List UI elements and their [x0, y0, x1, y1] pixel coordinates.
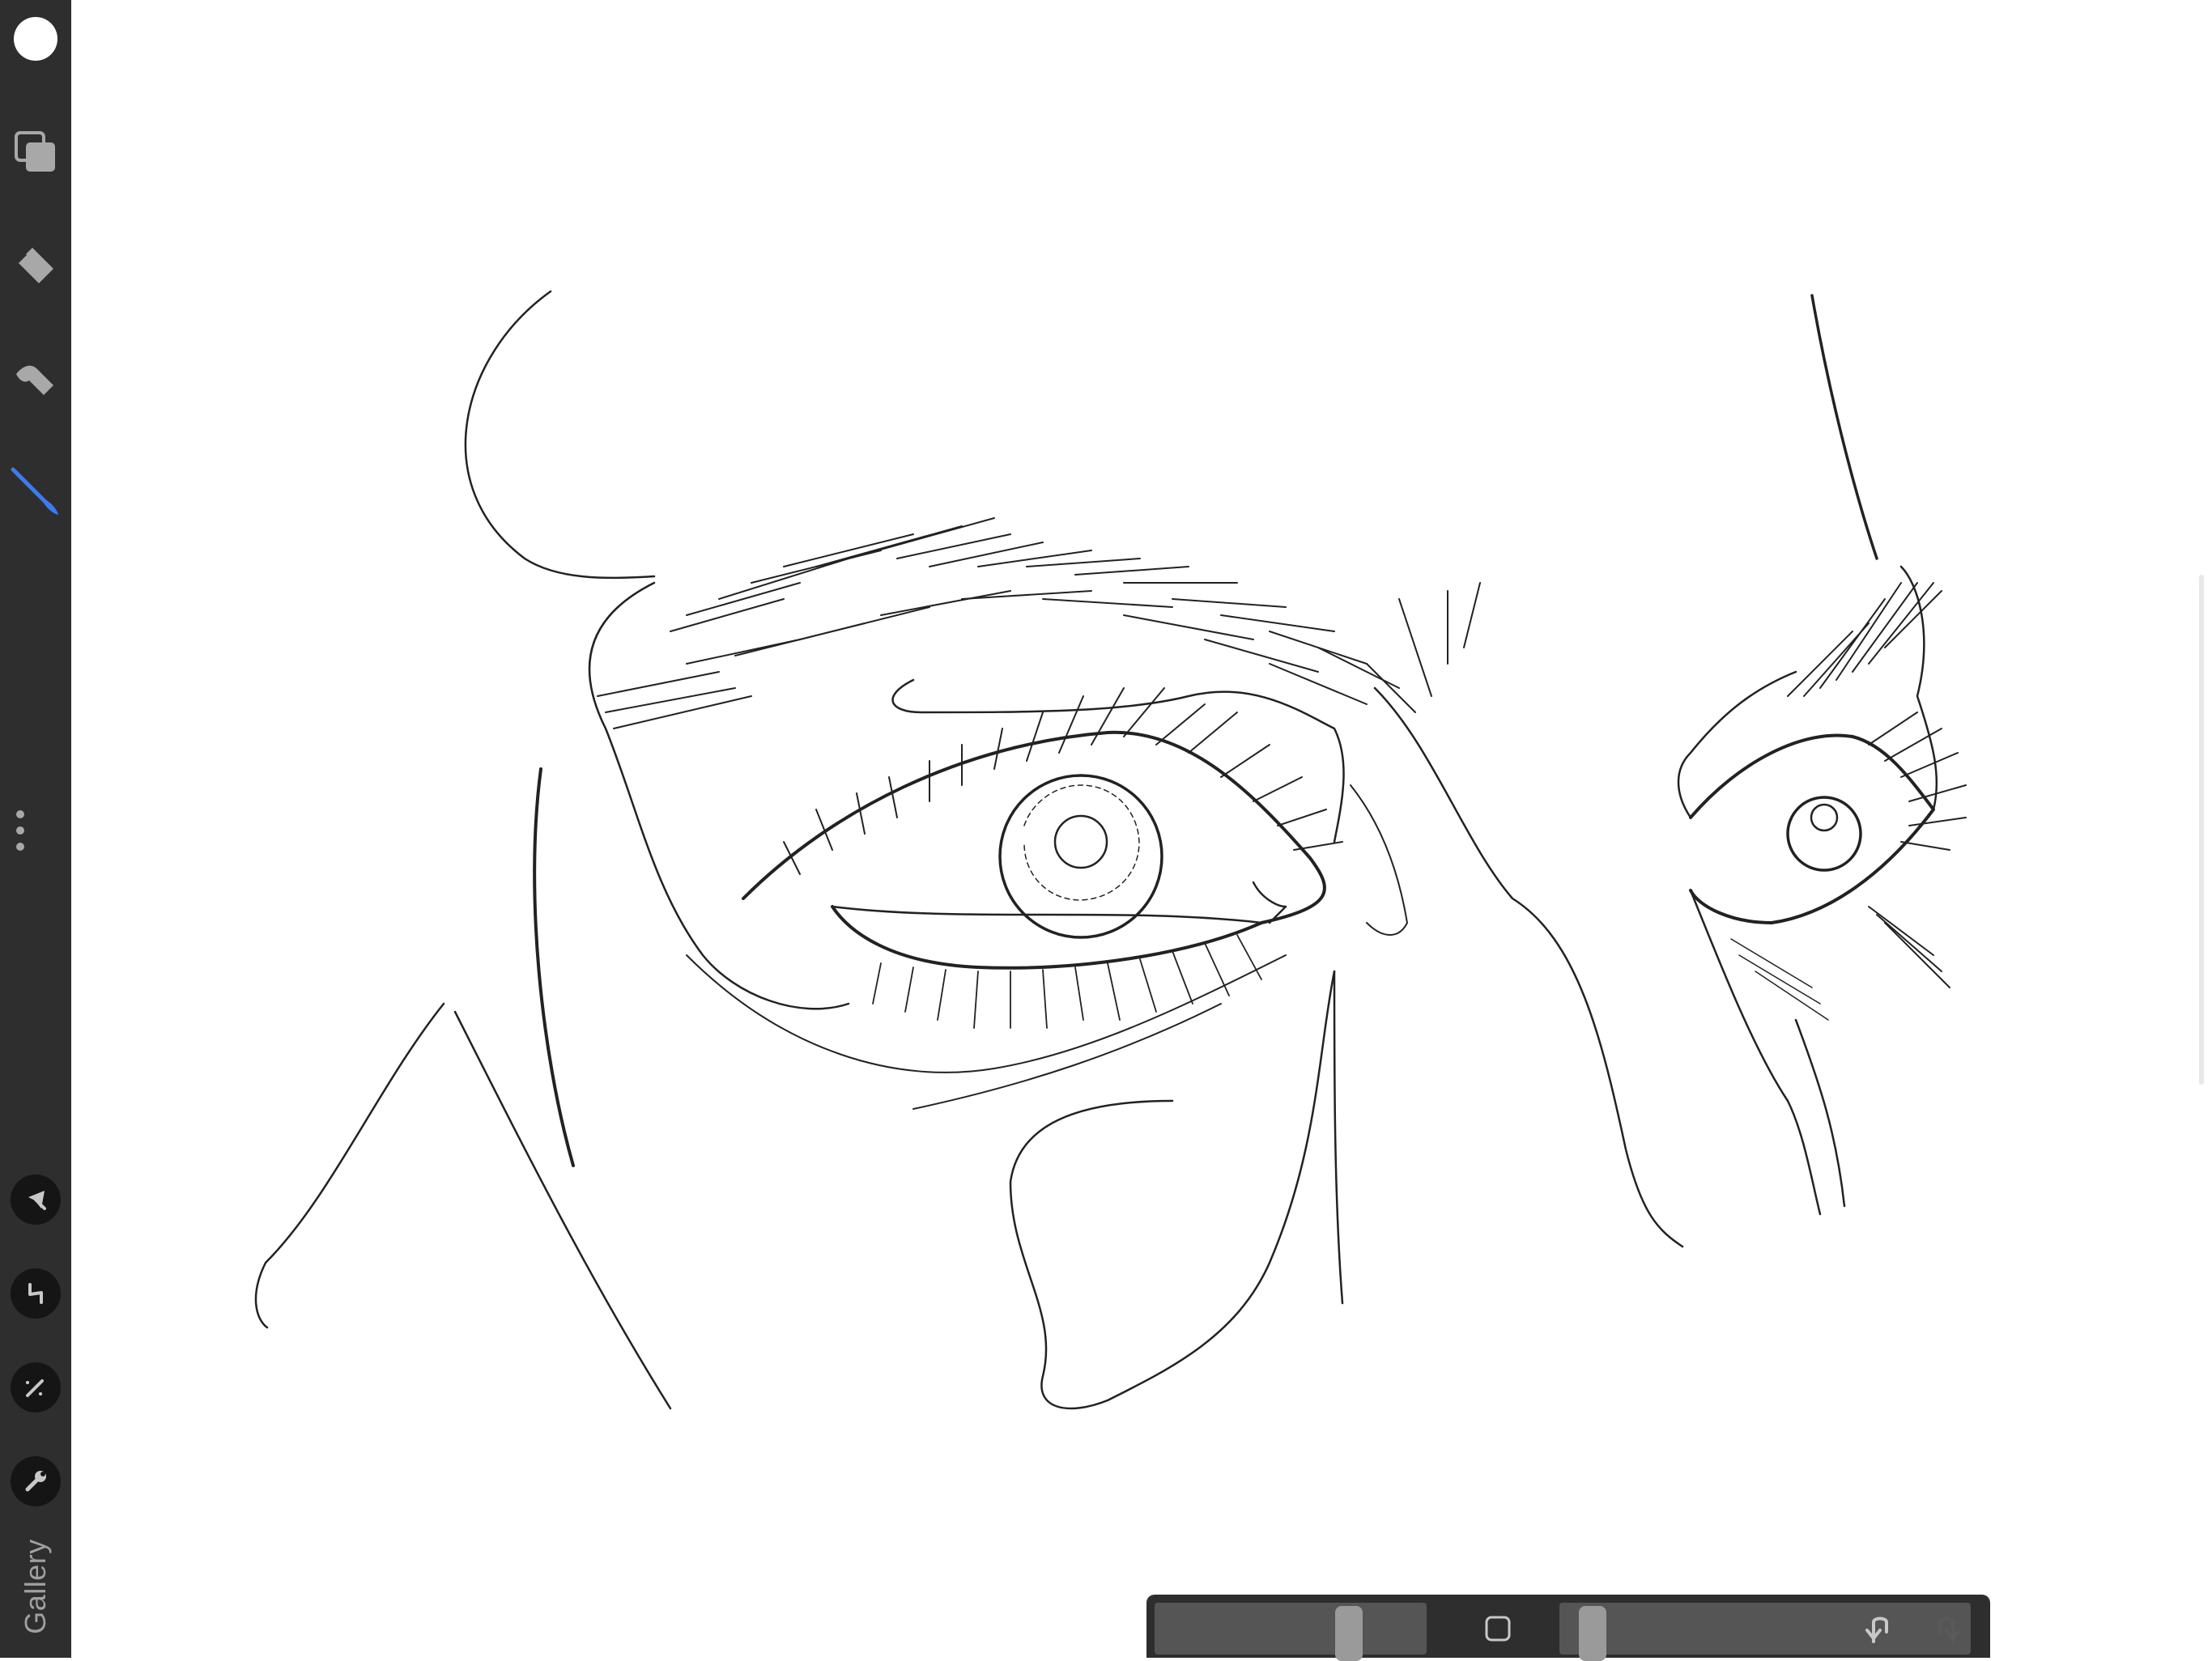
gallery-label: Gallery — [19, 1539, 52, 1634]
more-options-button[interactable] — [0, 795, 40, 866]
modify-button[interactable] — [1475, 1606, 1521, 1651]
vertical-dots-icon — [16, 810, 24, 851]
undo-arrow-icon — [1865, 1616, 1888, 1643]
square-icon — [1485, 1616, 1511, 1642]
arrow-cursor-icon — [28, 1191, 46, 1210]
canvas-scroll-indicator[interactable] — [2199, 575, 2204, 1085]
transform-tool-button[interactable] — [11, 1268, 61, 1319]
opacity-slider[interactable] — [1559, 1603, 1971, 1661]
layers-icon — [15, 131, 55, 172]
redo-button[interactable] — [1924, 1606, 1969, 1651]
color-picker-button[interactable] — [0, 3, 71, 74]
gallery-button[interactable]: Gallery — [18, 1538, 53, 1635]
actions-tool-button[interactable] — [11, 1456, 61, 1506]
brush-size-slider[interactable] — [1155, 1603, 1427, 1661]
magic-wand-icon — [26, 1379, 44, 1397]
white-circle-icon — [14, 17, 57, 61]
opacity-thumb[interactable] — [1579, 1606, 1606, 1661]
drawing-canvas[interactable] — [71, 0, 2212, 1658]
selection-tool-button[interactable] — [11, 1175, 61, 1225]
redo-arrow-icon — [1938, 1616, 1961, 1643]
layers-button[interactable] — [0, 117, 71, 188]
transform-icon — [28, 1283, 43, 1304]
undo-button[interactable] — [1857, 1606, 1903, 1651]
brush-button[interactable] — [0, 457, 71, 528]
brush-size-thumb[interactable] — [1335, 1606, 1363, 1661]
smudge-button[interactable] — [0, 343, 71, 414]
smudge-icon — [16, 365, 53, 395]
eraser-button[interactable] — [0, 230, 71, 301]
brush-icon — [11, 467, 58, 515]
line-art-drawing — [254, 290, 1967, 1410]
wrench-icon — [25, 1471, 46, 1492]
adjustments-tool-button[interactable] — [11, 1362, 61, 1412]
left-toolbar: Gallery — [0, 0, 71, 1658]
eraser-icon — [16, 248, 53, 283]
